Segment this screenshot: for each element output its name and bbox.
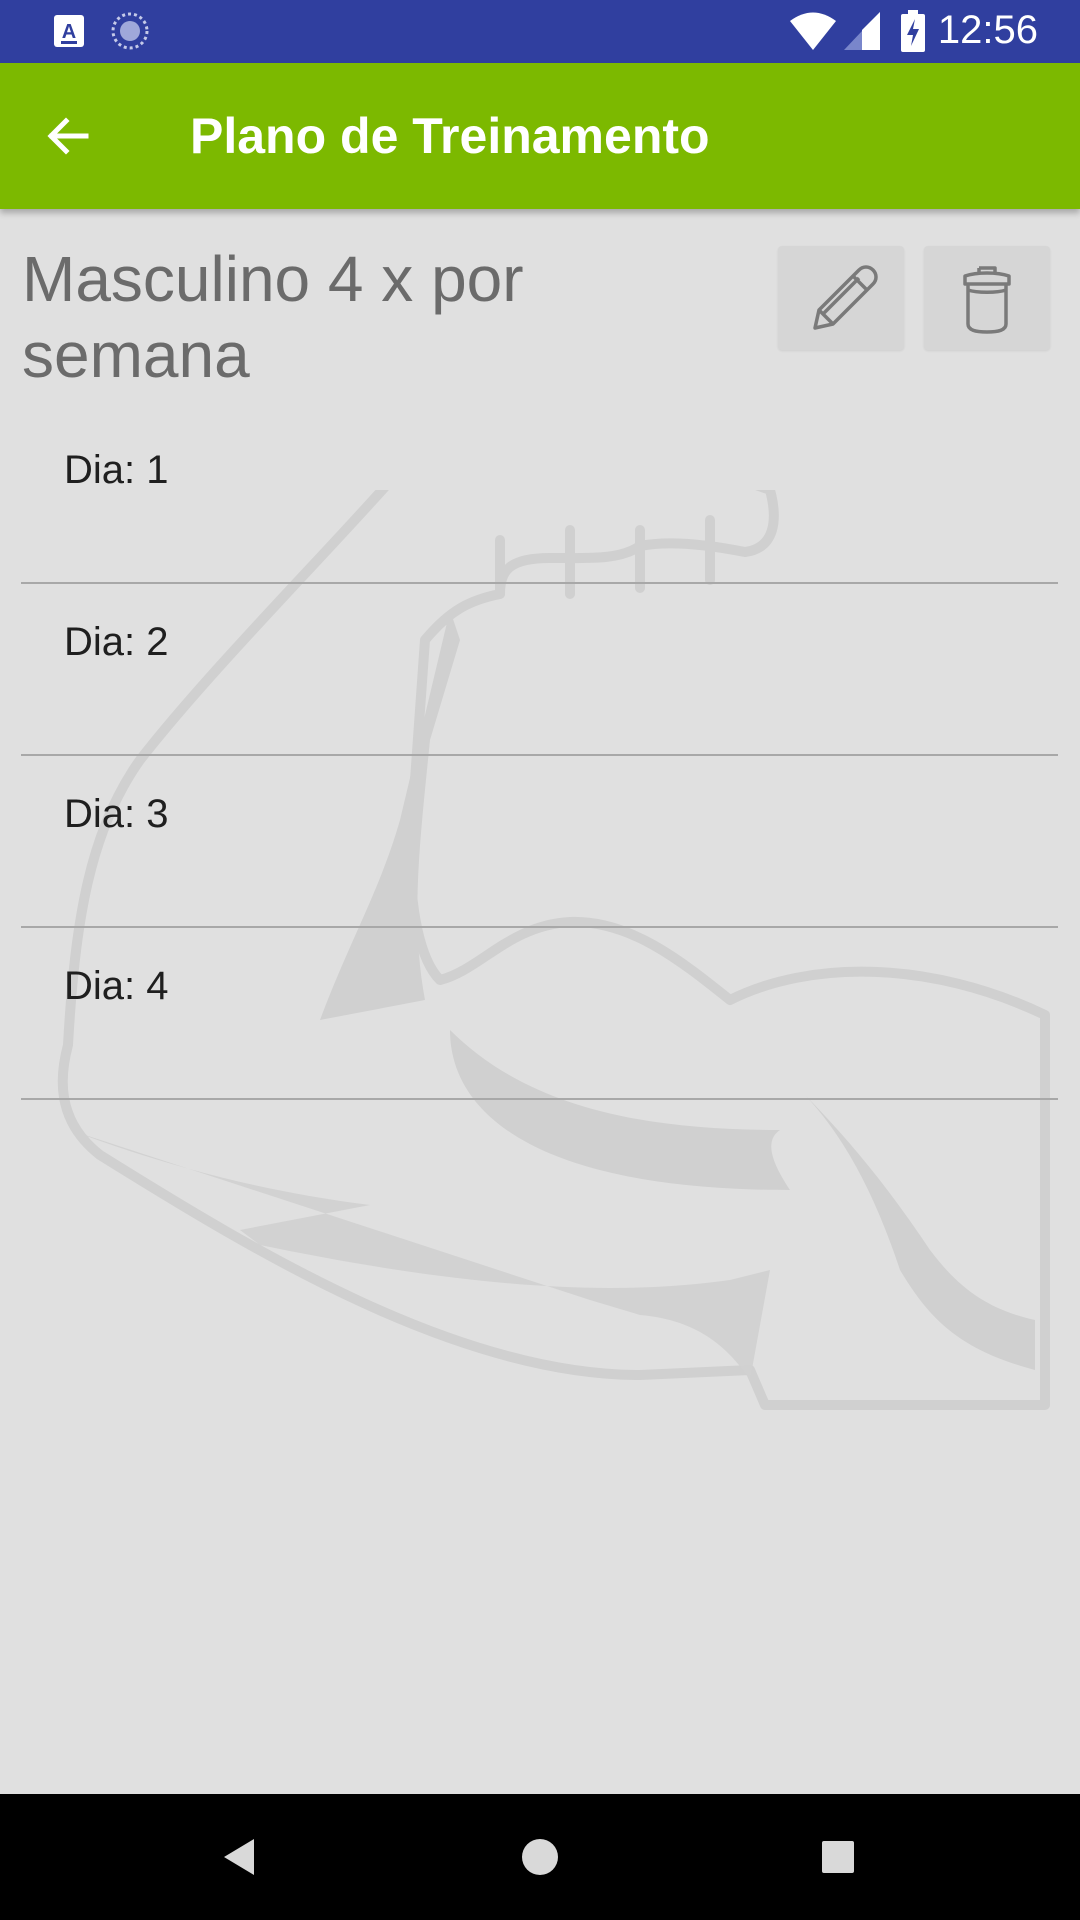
status-time: 12:56 <box>937 8 1038 52</box>
delete-button[interactable] <box>924 246 1050 350</box>
circle-home-icon <box>522 1839 558 1875</box>
accessibility-notification-icon: A <box>52 13 86 54</box>
battery-charging-icon <box>900 9 926 58</box>
nav-recents-button[interactable] <box>808 1827 868 1887</box>
svg-text:A: A <box>62 21 76 43</box>
nav-home-button[interactable] <box>510 1827 570 1887</box>
day-label: Dia: 2 <box>64 620 169 664</box>
arrow-back-icon <box>47 117 89 155</box>
triangle-back-icon <box>224 1839 254 1875</box>
list-item-day-1[interactable]: Dia: 1 <box>21 412 1058 584</box>
pencil-icon <box>813 265 878 330</box>
sync-notification-icon <box>110 11 150 56</box>
nav-back-button[interactable] <box>210 1827 270 1887</box>
cell-signal-icon <box>842 10 882 57</box>
day-label: Dia: 4 <box>64 964 169 1008</box>
app-bar: Plano de Treinamento <box>0 63 1080 209</box>
day-label: Dia: 1 <box>64 448 169 492</box>
wifi-icon <box>788 10 838 57</box>
navigation-bar <box>0 1794 1080 1920</box>
list-item-day-4[interactable]: Dia: 4 <box>21 928 1058 1100</box>
page-title: Plano de Treinamento <box>190 108 710 164</box>
edit-button[interactable] <box>778 246 904 350</box>
square-recents-icon <box>822 1841 854 1873</box>
list-item-day-3[interactable]: Dia: 3 <box>21 756 1058 928</box>
trash-icon <box>963 266 1011 334</box>
day-list: Dia: 1 Dia: 2 Dia: 3 Dia: 4 <box>21 412 1058 1100</box>
list-item-day-2[interactable]: Dia: 2 <box>21 584 1058 756</box>
plan-title: Masculino 4 x por semana <box>22 243 524 391</box>
day-label: Dia: 3 <box>64 792 169 836</box>
back-button[interactable] <box>40 108 96 164</box>
status-bar: A 12:56 <box>0 0 1080 63</box>
